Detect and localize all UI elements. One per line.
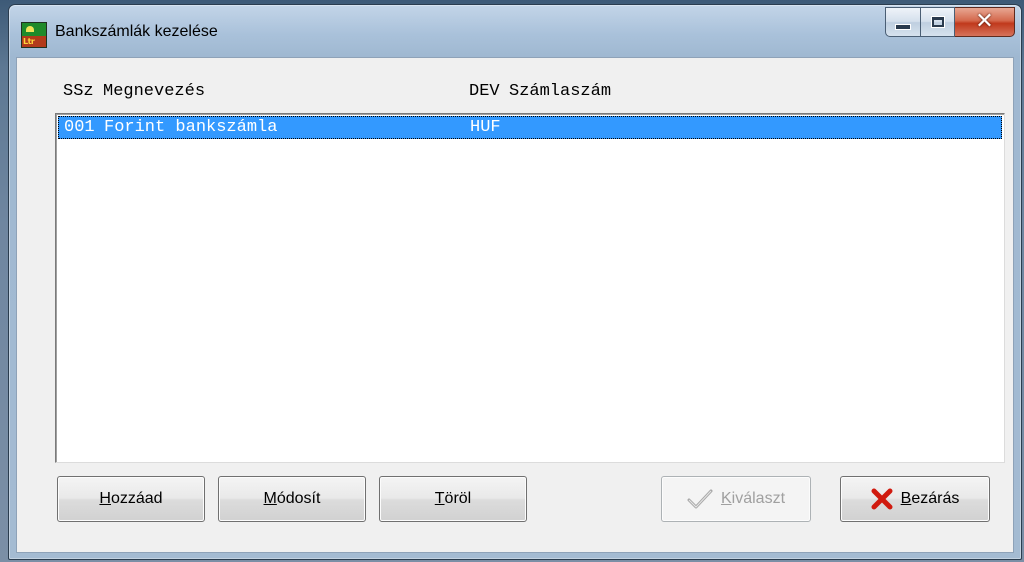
- close-window-button[interactable]: ✕: [955, 7, 1015, 37]
- edit-button[interactable]: Módosít: [218, 476, 366, 522]
- window-title: Bankszámlák kezelése: [55, 23, 218, 40]
- row-currency: HUF: [470, 118, 501, 137]
- close-icon: ✕: [975, 9, 994, 34]
- delete-rest: öröl: [444, 490, 472, 507]
- column-header-account-number: Számlaszám: [509, 82, 612, 101]
- list-item[interactable]: 001 Forint bankszámla HUF: [58, 116, 1002, 139]
- caption-buttons: ✕: [885, 7, 1015, 37]
- select-accel: K: [720, 490, 732, 507]
- checkmark-icon: [687, 488, 713, 510]
- close-rest: ezárás: [911, 490, 960, 507]
- select-rest: iválaszt: [731, 490, 786, 507]
- add-button-label: Hozzáad: [99, 490, 162, 508]
- column-header-ssz: SSz: [63, 82, 94, 101]
- row-name: Forint bankszámla: [104, 118, 278, 137]
- title-bar[interactable]: Ltr Bankszámlák kezelése ✕: [9, 5, 1021, 57]
- bank-account-list[interactable]: 001 Forint bankszámla HUF: [55, 113, 1005, 463]
- add-button[interactable]: Hozzáad: [57, 476, 205, 522]
- red-x-icon: [871, 488, 893, 510]
- app-logo-icon[interactable]: Ltr: [21, 22, 47, 48]
- close-button-label: Bezárás: [901, 490, 960, 508]
- column-header-currency: DEV: [469, 82, 500, 101]
- select-button-label: Kiválaszt: [721, 490, 785, 508]
- minimize-icon: [895, 24, 911, 30]
- maximize-button[interactable]: [921, 7, 955, 37]
- bank-accounts-dialog: Ltr Bankszámlák kezelése ✕ SSz Megnevezé…: [8, 4, 1022, 560]
- edit-accel: M: [263, 490, 277, 507]
- add-accel: H: [99, 490, 111, 507]
- close-accel: B: [900, 490, 912, 507]
- column-header-name: Megnevezés: [103, 82, 206, 101]
- add-rest: ozzáad: [110, 490, 163, 507]
- delete-accel: T: [434, 490, 445, 507]
- delete-button-label: Töröl: [435, 490, 471, 508]
- minimize-button[interactable]: [885, 7, 921, 37]
- dialog-client-area: SSz Megnevezés DEV Számlaszám 001 Forint…: [16, 57, 1014, 553]
- edit-button-label: Módosít: [264, 490, 321, 508]
- close-button[interactable]: Bezárás: [840, 476, 990, 522]
- select-button[interactable]: Kiválaszt: [661, 476, 811, 522]
- maximize-icon: [930, 16, 945, 28]
- delete-button[interactable]: Töröl: [379, 476, 527, 522]
- row-ssz: 001: [64, 118, 95, 137]
- edit-rest: ódosít: [276, 490, 321, 507]
